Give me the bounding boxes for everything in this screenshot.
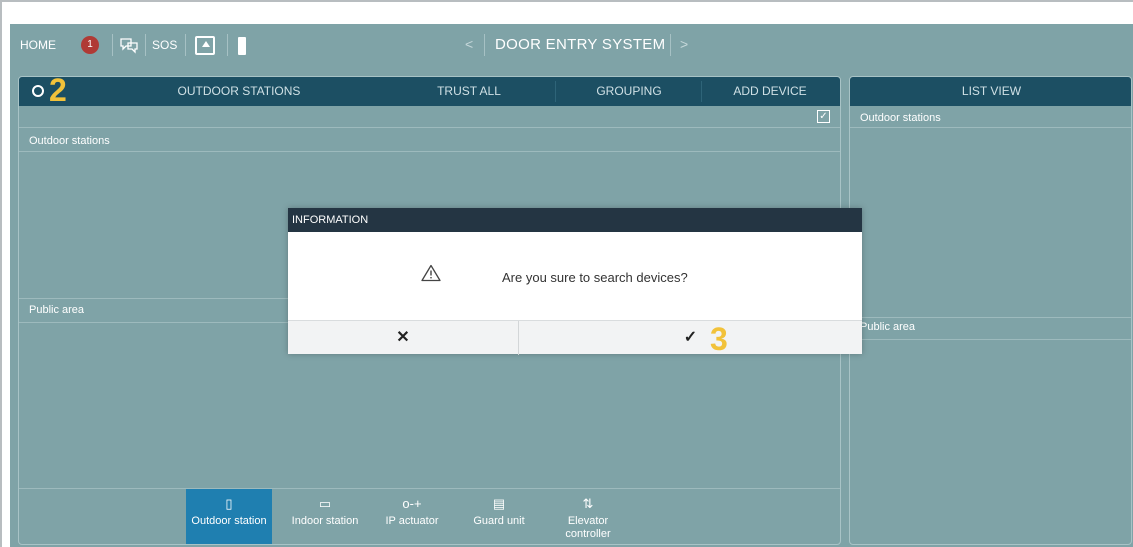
select-all-checkbox-icon[interactable]: ✓ xyxy=(817,110,830,123)
divider xyxy=(484,34,485,56)
device-tab-ip-actuator[interactable]: o-+ IP actuator xyxy=(369,489,455,544)
top-bar: HOME 1 SOS < DOOR ENTRY SYSTEM > xyxy=(10,24,1133,64)
outdoor-station-icon: ▯ xyxy=(225,496,233,511)
guard-unit-icon: ▤ xyxy=(492,496,506,511)
section-public-area: Public area xyxy=(29,304,85,316)
divider xyxy=(145,34,146,56)
home-button[interactable]: HOME xyxy=(20,38,56,52)
divider xyxy=(19,151,840,152)
device-type-bar: ▯ Outdoor station ▭ Indoor station o-+ I… xyxy=(19,488,840,544)
select-all-row: ✓ xyxy=(19,106,840,128)
divider xyxy=(850,339,1131,340)
device-tabbar: 2 OUTDOOR STATIONS TRUST ALL GROUPING AD… xyxy=(19,76,840,108)
dialog-title: INFORMATION xyxy=(288,208,862,232)
device-tab-indoor-station[interactable]: ▭ Indoor station xyxy=(282,489,368,544)
nav-next-button[interactable]: > xyxy=(680,36,688,52)
list-view-header[interactable]: LIST VIEW xyxy=(850,77,1131,106)
door-phone-icon[interactable] xyxy=(238,37,246,55)
confirm-dialog: INFORMATION Are you sure to search devic… xyxy=(288,208,862,357)
divider xyxy=(112,34,113,56)
home-security-icon[interactable] xyxy=(195,36,215,55)
tab-outdoor-stations[interactable]: OUTDOOR STATIONS xyxy=(139,77,339,106)
nav-prev-button[interactable]: < xyxy=(465,36,473,52)
list-outdoor-stations: Outdoor stations xyxy=(860,112,941,124)
confirm-button[interactable]: ✓ xyxy=(519,321,862,355)
divider xyxy=(227,34,228,56)
device-tab-label: Guard unit xyxy=(473,515,525,527)
cancel-button[interactable]: ✕ xyxy=(288,321,518,355)
divider xyxy=(185,34,186,56)
warning-icon xyxy=(421,264,441,282)
dialog-footer: ✕ ✓ 3 xyxy=(288,320,862,357)
tab-trust-all[interactable]: TRUST ALL xyxy=(409,77,529,106)
sos-button[interactable]: SOS xyxy=(152,38,177,52)
dialog-message: Are you sure to search devices? xyxy=(502,270,688,285)
alarm-badge[interactable]: 1 xyxy=(81,36,99,54)
list-public-area: Public area xyxy=(860,321,916,333)
search-devices-button[interactable] xyxy=(32,85,44,97)
device-tab-elevator-controller[interactable]: ⇅ Elevator controller xyxy=(552,489,624,544)
section-outdoor-stations: Outdoor stations xyxy=(29,135,110,147)
annotation-3: 3 xyxy=(710,321,728,357)
divider xyxy=(850,127,1131,128)
device-tab-guard-unit[interactable]: ▤ Guard unit xyxy=(456,489,542,544)
device-tab-outdoor-station[interactable]: ▯ Outdoor station xyxy=(186,489,272,544)
divider xyxy=(670,34,671,56)
elevator-icon: ⇅ xyxy=(582,496,594,511)
divider xyxy=(850,317,1131,318)
device-tab-label: Outdoor station xyxy=(191,515,267,527)
dialog-body: Are you sure to search devices? xyxy=(288,232,862,320)
divider xyxy=(701,81,702,102)
device-tab-label: Elevator controller xyxy=(565,515,611,540)
door-entry-screen: HOME 1 SOS < DOOR ENTRY SYSTEM > 2 OUTDO… xyxy=(10,24,1133,547)
device-tab-label: IP actuator xyxy=(385,515,439,527)
annotation-2: 2 xyxy=(49,76,67,108)
tab-grouping[interactable]: GROUPING xyxy=(559,77,699,106)
key-icon: o-+ xyxy=(402,496,422,511)
tab-add-device[interactable]: ADD DEVICE xyxy=(705,77,835,106)
page-title: DOOR ENTRY SYSTEM xyxy=(495,36,666,53)
message-icon[interactable] xyxy=(119,36,139,59)
device-tab-label: Indoor station xyxy=(291,515,359,527)
divider xyxy=(555,81,556,102)
list-view-panel: LIST VIEW Outdoor stations Public area xyxy=(849,76,1132,545)
indoor-station-icon: ▭ xyxy=(318,496,332,511)
